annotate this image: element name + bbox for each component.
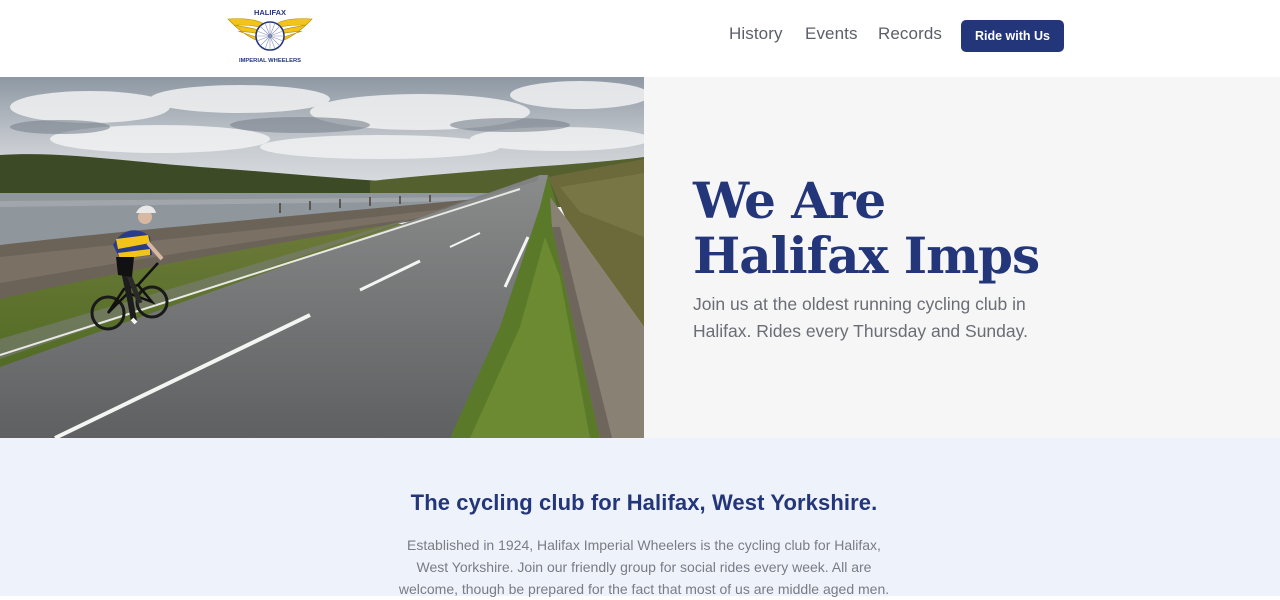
about-heading: The cycling club for Halifax, West Yorks… — [410, 490, 878, 515]
svg-text:HALIFAX: HALIFAX — [254, 8, 286, 17]
about-body: Established in 1924, Halifax Imperial Wh… — [398, 537, 890, 597]
site-header: HALIFAX IMPERIAL WHEELERS History Events… — [0, 0, 1280, 77]
nav-history-link[interactable]: History — [729, 24, 783, 44]
ride-with-us-button[interactable]: Ride with Us — [961, 20, 1064, 52]
nav-records-link[interactable]: Records — [878, 24, 942, 44]
hero-cyclist-photo — [0, 77, 644, 438]
hero-title-line-2: Halifax Imps — [693, 226, 1040, 285]
hero-title-line-1: We Are — [693, 171, 886, 230]
hero-subtitle: Join us at the oldest running cycling cl… — [693, 294, 1028, 341]
nav-events-link[interactable]: Events — [805, 24, 858, 44]
club-logo[interactable]: HALIFAX IMPERIAL WHEELERS — [224, 6, 316, 66]
hero-section: We Are Halifax Imps Join us at the oldes… — [0, 77, 1280, 438]
svg-text:IMPERIAL WHEELERS: IMPERIAL WHEELERS — [239, 58, 301, 64]
cyclist-road-photo-icon — [0, 77, 644, 438]
hero-title: We Are Halifax Imps — [693, 173, 1253, 283]
winged-wheel-logo-icon: HALIFAX IMPERIAL WHEELERS — [227, 8, 313, 64]
about-section: The cycling club for Halifax, West Yorks… — [0, 438, 1280, 597]
